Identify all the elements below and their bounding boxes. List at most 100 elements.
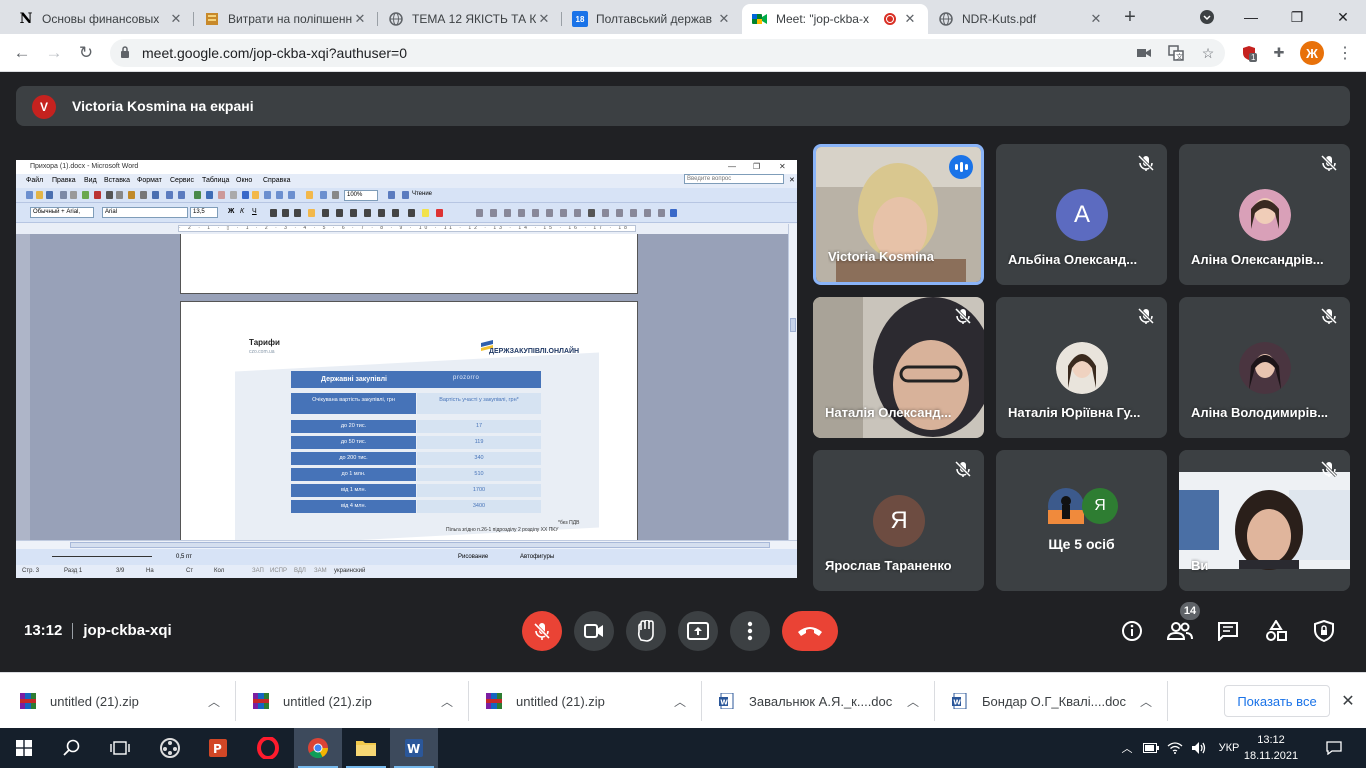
- close-tab-icon[interactable]: ✕: [536, 11, 552, 27]
- chevron-up-icon[interactable]: ︿: [441, 693, 453, 710]
- participant-avatar: Я: [1082, 488, 1118, 524]
- browser-tab-meet[interactable]: Meet: "jop-ckba-x ✕: [742, 4, 928, 34]
- notification-center-icon[interactable]: [1322, 728, 1346, 768]
- calendar-icon: 18: [572, 11, 588, 27]
- search-button[interactable]: [48, 728, 96, 768]
- word-line-width: 0,5 пт: [176, 554, 193, 560]
- camera-icon[interactable]: [1135, 44, 1153, 62]
- column-header-value: Очікувана вартість закупівлі, грн: [291, 393, 416, 414]
- present-screen-icon: [687, 622, 709, 640]
- close-tab-icon[interactable]: ✕: [716, 11, 732, 27]
- participant-tile[interactable]: A Альбіна Олександ...: [996, 144, 1167, 285]
- word-icon: W: [405, 739, 423, 757]
- omnibox[interactable]: meet.google.com/jop-ckba-xqi?authuser=0 …: [110, 39, 1225, 67]
- tray-expand-icon[interactable]: ︿: [1116, 728, 1138, 768]
- taskbar-app-film[interactable]: [146, 728, 194, 768]
- profile-avatar[interactable]: Ж: [1300, 41, 1324, 65]
- chevron-up-icon[interactable]: ︿: [907, 693, 919, 710]
- browser-tab-2[interactable]: Витрати на поліпшенн ✕: [194, 4, 378, 34]
- taskbar-app-explorer[interactable]: [342, 728, 390, 768]
- translate-icon[interactable]: 文: [1167, 44, 1185, 62]
- taskbar-app-chrome[interactable]: [294, 728, 342, 768]
- forward-button[interactable]: →: [42, 41, 66, 65]
- download-item[interactable]: untitled (21).zip ︿: [486, 681, 702, 721]
- mic-off-icon: [954, 307, 972, 325]
- task-view-button[interactable]: [96, 728, 144, 768]
- close-downloads-icon[interactable]: ✕: [1340, 691, 1356, 710]
- activities-button[interactable]: [1263, 618, 1289, 644]
- chat-button[interactable]: [1215, 618, 1241, 644]
- close-tab-icon[interactable]: ✕: [168, 11, 184, 27]
- chevron-up-icon[interactable]: ︿: [674, 693, 686, 710]
- participant-tile[interactable]: Аліна Олександрів...: [1179, 144, 1350, 285]
- minimize-button[interactable]: —: [1228, 0, 1274, 34]
- doc-page-previous: [180, 234, 638, 294]
- reload-button[interactable]: ↻: [74, 41, 98, 65]
- volume-icon[interactable]: [1188, 728, 1210, 768]
- new-tab-button[interactable]: +: [1118, 6, 1142, 30]
- word-ruler: · 2 · 1 · ▯ · 1 · 2 · 3 · 4 · 5 · 6 · 7 …: [16, 223, 797, 234]
- start-button[interactable]: [0, 728, 48, 768]
- close-tab-icon[interactable]: ✕: [1088, 11, 1104, 27]
- hang-up-icon: [798, 627, 822, 636]
- raise-hand-icon: [637, 620, 654, 642]
- download-item[interactable]: untitled (21).zip ︿: [253, 681, 469, 721]
- close-tab-icon[interactable]: ✕: [902, 11, 918, 27]
- more-participants-tile[interactable]: Я Ще 5 осіб: [996, 450, 1167, 591]
- download-item[interactable]: W Завальнюк А.Я._к....doc ︿: [719, 681, 935, 721]
- browser-tab-6[interactable]: NDR-Kuts.pdf ✕: [928, 4, 1114, 34]
- participant-tile[interactable]: Я Ярослав Тараненко: [813, 450, 984, 591]
- close-tab-icon[interactable]: ✕: [352, 11, 368, 27]
- chevron-up-icon[interactable]: ︿: [1140, 693, 1152, 710]
- chevron-up-icon[interactable]: ︿: [208, 693, 220, 710]
- taskbar-app-powerpoint[interactable]: P: [194, 728, 242, 768]
- wifi-icon[interactable]: [1164, 728, 1186, 768]
- people-button[interactable]: [1167, 618, 1193, 644]
- taskbar-app-opera[interactable]: [244, 728, 292, 768]
- browser-tab-4[interactable]: 18 Полтавський держав ✕: [562, 4, 742, 34]
- participant-tile[interactable]: Наталія Юріївна Гу...: [996, 297, 1167, 438]
- browser-tab-1[interactable]: N Основы финансовых ✕: [8, 4, 194, 34]
- self-view-tile[interactable]: Ви: [1179, 450, 1350, 591]
- mic-toggle-button[interactable]: [522, 611, 562, 651]
- mic-off-icon: [1137, 307, 1155, 325]
- meeting-details-button[interactable]: [1119, 618, 1145, 644]
- participant-tile[interactable]: Наталія Олександ...: [813, 297, 984, 438]
- browser-menu-icon[interactable]: ⋮: [1334, 42, 1356, 64]
- show-all-downloads-button[interactable]: Показать все: [1224, 685, 1330, 717]
- shield-lock-icon: [1314, 620, 1334, 642]
- leave-call-button[interactable]: [782, 611, 838, 651]
- download-item[interactable]: untitled (21).zip ︿: [20, 681, 236, 721]
- word-menu-edit: Правка: [52, 177, 76, 184]
- meet-control-bar: 13:12 jop-ckba-xqi 14: [0, 600, 1366, 664]
- extensions-puzzle-icon[interactable]: ✚: [1268, 42, 1290, 64]
- extension-shield-icon[interactable]: 1: [1238, 42, 1260, 64]
- word-doc-icon: W: [952, 693, 967, 709]
- bookmark-star-icon[interactable]: ☆: [1199, 44, 1217, 62]
- present-screen-button[interactable]: [678, 611, 718, 651]
- status-ext: ВДЛ: [294, 568, 306, 574]
- participant-tile[interactable]: Аліна Володимирів...: [1179, 297, 1350, 438]
- notion-icon: N: [19, 11, 33, 27]
- svg-text:W: W: [720, 699, 728, 707]
- table-row-range: до 200 тис.: [291, 452, 416, 465]
- battery-icon[interactable]: [1140, 728, 1162, 768]
- status-line: Ст: [186, 568, 194, 574]
- download-item[interactable]: W Бондар О.Г_Квалі....doc ︿: [952, 681, 1168, 721]
- more-options-button[interactable]: [730, 611, 770, 651]
- raise-hand-button[interactable]: [626, 611, 666, 651]
- participant-tile[interactable]: Victoria Kosmina: [813, 144, 984, 285]
- taskbar-app-word[interactable]: W: [390, 728, 438, 768]
- presenter-text: Victoria Kosmina на екрані: [72, 98, 254, 114]
- back-button[interactable]: ←: [10, 41, 34, 65]
- maximize-button[interactable]: ❐: [1274, 0, 1320, 34]
- tab-search-icon[interactable]: [1184, 0, 1230, 34]
- close-window-button[interactable]: ✕: [1320, 0, 1366, 34]
- participant-name: Альбіна Олександ...: [1008, 252, 1138, 267]
- taskbar-clock[interactable]: 13:12 18.11.2021: [1240, 732, 1302, 764]
- camera-toggle-button[interactable]: [574, 611, 614, 651]
- browser-tab-3[interactable]: ТЕМА 12 ЯКІСТЬ ТА К ✕: [378, 4, 562, 34]
- downloads-bar: untitled (21).zip ︿ untitled (21).zip ︿ …: [0, 672, 1366, 728]
- word-menu-insert: Вставка: [104, 177, 131, 184]
- host-controls-button[interactable]: [1311, 618, 1337, 644]
